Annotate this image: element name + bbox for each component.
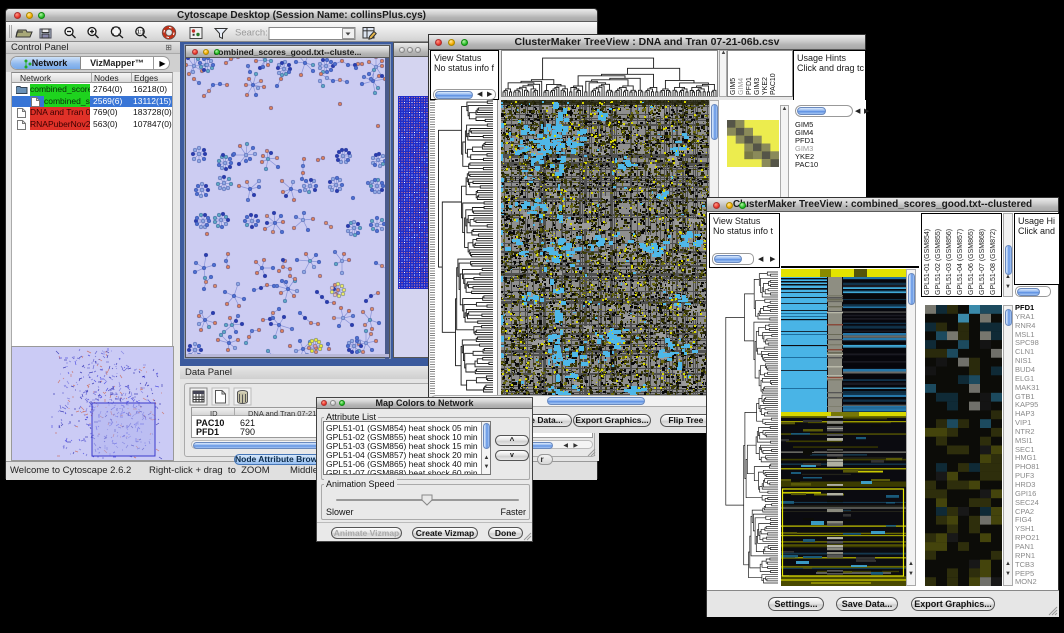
svg-text:Search:: Search: — [235, 28, 268, 39]
svg-text:1:1: 1:1 — [137, 30, 144, 36]
